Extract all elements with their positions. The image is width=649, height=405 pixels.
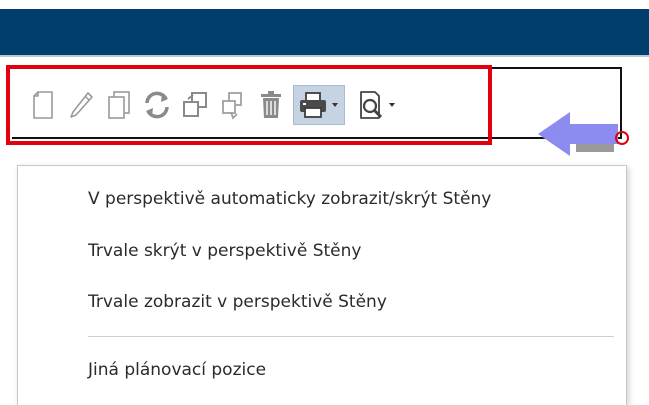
- print-preview-icon: [360, 91, 383, 119]
- toolbar: [17, 75, 481, 135]
- print-preview-button[interactable]: [351, 85, 403, 125]
- title-bar-edge: [0, 55, 649, 57]
- edit-button[interactable]: [65, 85, 97, 125]
- refresh-icon: [145, 91, 169, 119]
- menu-item-auto-toggle-walls[interactable]: V perspektivě automaticky zobrazit/skrýt…: [88, 182, 608, 216]
- duplicate-button[interactable]: [179, 85, 211, 125]
- context-menu: V perspektivě automaticky zobrazit/skrýt…: [17, 165, 627, 405]
- trash-icon: [261, 91, 281, 118]
- menu-item-hide-walls[interactable]: Trvale skrýt v perspektivě Stěny: [88, 234, 608, 268]
- pointer-arrow-icon: [538, 112, 629, 156]
- menu-separator: [88, 336, 614, 337]
- pencil-icon: [70, 92, 93, 118]
- move-button[interactable]: [217, 85, 249, 125]
- title-bar: [0, 9, 649, 55]
- delete-button[interactable]: [255, 85, 287, 125]
- copy-icon: [108, 91, 130, 119]
- refresh-button[interactable]: [141, 85, 173, 125]
- print-icon: [300, 92, 326, 118]
- menu-item-show-walls[interactable]: Trvale zobrazit v perspektivě Stěny: [88, 285, 608, 319]
- new-document-icon: [33, 91, 53, 119]
- preview-dropdown-chevron-icon[interactable]: [389, 103, 395, 107]
- move-icon: [222, 92, 242, 120]
- print-button[interactable]: [293, 85, 345, 125]
- copy-button[interactable]: [103, 85, 135, 125]
- new-button[interactable]: [27, 85, 59, 125]
- menu-item-other-planning-position[interactable]: Jiná plánovací pozice: [88, 353, 608, 387]
- duplicate-icon: [183, 92, 207, 117]
- print-dropdown-chevron-icon[interactable]: [332, 103, 338, 107]
